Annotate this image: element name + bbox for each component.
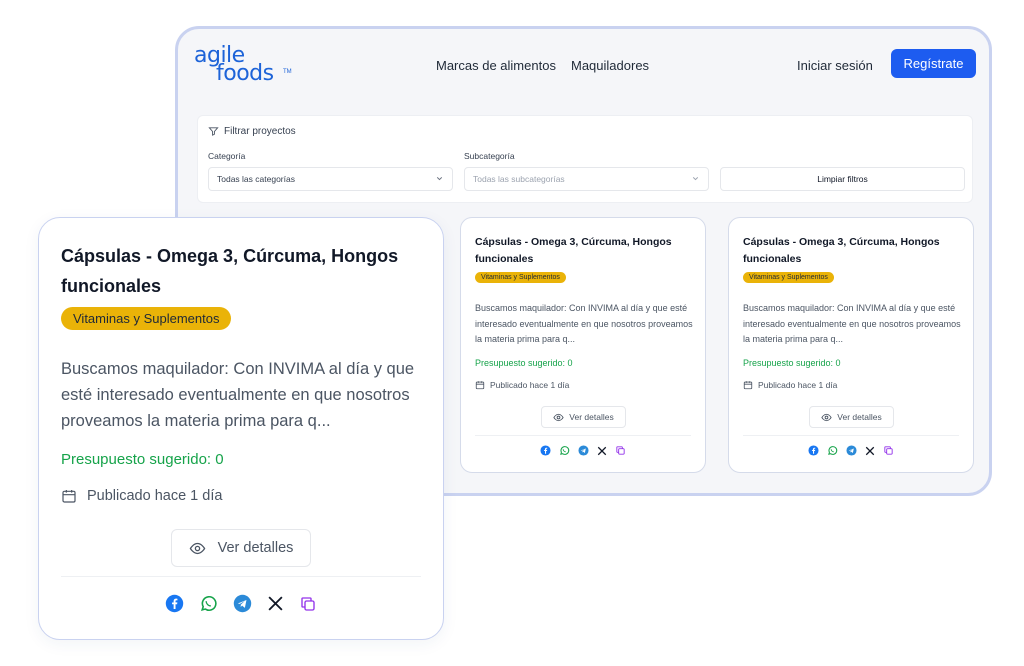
- project-card-zoomed: Cápsulas - Omega 3, Cúrcuma, Hongos func…: [38, 217, 444, 640]
- eye-icon: [553, 412, 564, 423]
- category-badge: Vitaminas y Suplementos: [743, 272, 834, 283]
- category-select-value: Todas las categorías: [217, 174, 295, 184]
- calendar-icon: [743, 380, 753, 390]
- calendar-icon: [61, 488, 77, 504]
- card-divider: [61, 576, 421, 577]
- whatsapp-icon[interactable]: [199, 594, 218, 613]
- agilefoods-logo[interactable]: agile foods TM: [192, 41, 292, 91]
- whatsapp-icon[interactable]: [559, 445, 570, 456]
- view-details-label: Ver detalles: [217, 540, 294, 556]
- logo-trademark: TM: [283, 69, 292, 75]
- calendar-icon: [475, 380, 485, 390]
- project-title[interactable]: Cápsulas - Omega 3, Cúrcuma, Hongos func…: [61, 241, 421, 301]
- x-icon[interactable]: [865, 446, 875, 456]
- published-info: Publicado hace 1 día: [61, 488, 222, 504]
- project-title[interactable]: Cápsulas - Omega 3, Cúrcuma, Hongos func…: [743, 234, 963, 268]
- chevron-down-icon: [691, 174, 700, 183]
- category-badge: Vitaminas y Suplementos: [61, 307, 232, 330]
- card-divider: [475, 435, 691, 436]
- view-details-label: Ver detalles: [569, 412, 614, 422]
- filter-header: Filtrar proyectos: [208, 126, 296, 137]
- category-label: Categoría: [208, 151, 246, 161]
- project-title[interactable]: Cápsulas - Omega 3, Cúrcuma, Hongos func…: [475, 234, 695, 268]
- clear-filters-button[interactable]: Limpiar filtros: [720, 167, 965, 191]
- x-icon[interactable]: [597, 446, 607, 456]
- telegram-icon[interactable]: [233, 594, 252, 613]
- facebook-icon[interactable]: [540, 445, 551, 456]
- project-budget: Presupuesto sugerido: 0: [743, 358, 841, 368]
- nav-link-food-brands[interactable]: Marcas de alimentos: [436, 58, 556, 73]
- published-text: Publicado hace 1 día: [490, 380, 570, 390]
- share-bar: [39, 594, 443, 613]
- subcategory-select[interactable]: Todas las subcategorías: [464, 167, 709, 191]
- chevron-down-icon: [435, 174, 444, 183]
- view-details-button[interactable]: Ver detalles: [171, 529, 311, 567]
- top-navbar: agile foods TM Marcas de alimentos Maqui…: [178, 29, 989, 109]
- project-card: Cápsulas - Omega 3, Cúrcuma, Hongos func…: [728, 217, 974, 473]
- copy-icon[interactable]: [883, 445, 894, 456]
- facebook-icon[interactable]: [165, 594, 184, 613]
- filter-title: Filtrar proyectos: [224, 126, 296, 137]
- telegram-icon[interactable]: [846, 445, 857, 456]
- login-link[interactable]: Iniciar sesión: [797, 58, 873, 73]
- filter-panel: Filtrar proyectos Categoría Subcategoría…: [197, 115, 973, 203]
- nav-link-manufacturers[interactable]: Maquiladores: [571, 58, 649, 73]
- project-description: Buscamos maquilador: Con INVIMA al día y…: [475, 303, 693, 344]
- eye-icon: [821, 412, 832, 423]
- filter-icon: [208, 126, 219, 137]
- share-bar: [461, 445, 705, 456]
- copy-icon[interactable]: [615, 445, 626, 456]
- share-bar: [729, 445, 973, 456]
- card-divider: [743, 435, 959, 436]
- category-badge: Vitaminas y Suplementos: [475, 272, 566, 283]
- copy-icon[interactable]: [299, 595, 317, 613]
- view-details-button[interactable]: Ver detalles: [809, 406, 894, 428]
- category-select[interactable]: Todas las categorías: [208, 167, 453, 191]
- published-text: Publicado hace 1 día: [758, 380, 838, 390]
- project-description: Buscamos maquilador: Con INVIMA al día y…: [743, 303, 961, 344]
- project-description: Buscamos maquilador: Con INVIMA al día y…: [61, 360, 415, 430]
- register-button[interactable]: Regístrate: [891, 49, 976, 78]
- whatsapp-icon[interactable]: [827, 445, 838, 456]
- subcategory-select-placeholder: Todas las subcategorías: [473, 174, 565, 184]
- facebook-icon[interactable]: [808, 445, 819, 456]
- subcategory-label: Subcategoría: [464, 151, 515, 161]
- published-info: Publicado hace 1 día: [475, 380, 569, 390]
- published-text: Publicado hace 1 día: [87, 488, 223, 504]
- eye-icon: [189, 540, 206, 557]
- logo-text-bottom: foods: [216, 61, 274, 86]
- project-card: Cápsulas - Omega 3, Cúrcuma, Hongos func…: [460, 217, 706, 473]
- x-icon[interactable]: [267, 595, 284, 612]
- view-details-button[interactable]: Ver detalles: [541, 406, 626, 428]
- published-info: Publicado hace 1 día: [743, 380, 837, 390]
- telegram-icon[interactable]: [578, 445, 589, 456]
- project-budget: Presupuesto sugerido: 0: [61, 451, 224, 468]
- view-details-label: Ver detalles: [837, 412, 882, 422]
- project-budget: Presupuesto sugerido: 0: [475, 358, 573, 368]
